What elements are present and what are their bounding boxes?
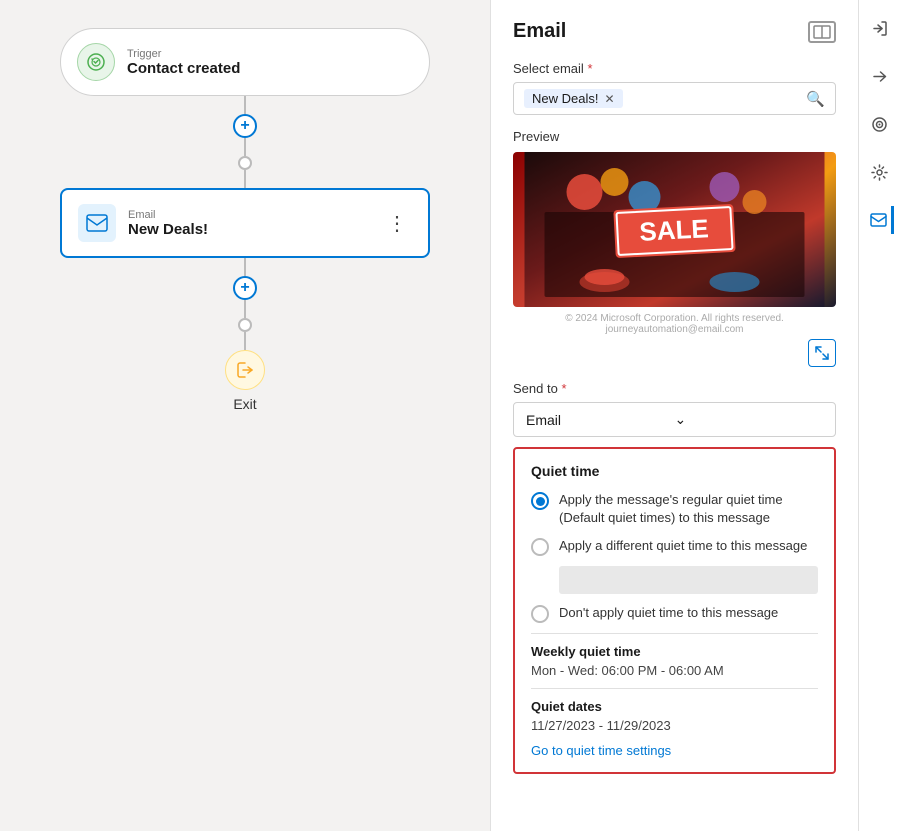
quiet-dates-title: Quiet dates [531, 699, 818, 714]
radio-3[interactable] [531, 605, 549, 623]
chevron-down-icon: ⌄ [675, 411, 824, 428]
arrow-right-icon[interactable] [866, 62, 894, 90]
mail-icon[interactable] [866, 206, 894, 234]
right-panel: Email Select email * New Deals! ✕ 🔍 Prev… [490, 0, 858, 831]
divider-2 [531, 688, 818, 689]
trigger-text: Trigger Contact created [127, 48, 240, 77]
send-to-section: Send to * Email ⌄ [513, 381, 836, 437]
weekly-value: Mon - Wed: 06:00 PM - 06:00 AM [531, 663, 818, 678]
email-node[interactable]: Email New Deals! ⋮ [60, 188, 430, 258]
email-icon [78, 204, 116, 242]
add-step-button-2[interactable]: + [233, 276, 257, 300]
panel-expand-icon[interactable] [808, 21, 836, 43]
add-step-button-1[interactable]: + [233, 114, 257, 138]
weekly-quiet-time-section: Weekly quiet time Mon - Wed: 06:00 PM - … [531, 644, 818, 678]
gear-icon[interactable] [866, 158, 894, 186]
send-to-dropdown[interactable]: Email ⌄ [513, 402, 836, 437]
exit-node: Exit [225, 350, 265, 412]
send-to-value: Email [526, 412, 675, 428]
quiet-time-input-bar [559, 566, 818, 594]
quiet-time-option-1[interactable]: Apply the message's regular quiet time (… [531, 491, 818, 527]
radio-2[interactable] [531, 538, 549, 556]
exit-icon [225, 350, 265, 390]
trigger-label: Trigger [127, 48, 240, 60]
radio-1[interactable] [531, 492, 549, 510]
quiet-dates-section: Quiet dates 11/27/2023 - 11/29/2023 [531, 699, 818, 733]
search-icon[interactable]: 🔍 [806, 90, 825, 108]
email-tag-close[interactable]: ✕ [604, 92, 614, 106]
target-icon[interactable] [866, 110, 894, 138]
panel-header: Email [513, 20, 836, 43]
workflow-canvas: Trigger Contact created + Email New Deal… [0, 0, 490, 831]
preview-expand-button[interactable] [808, 339, 836, 367]
quiet-time-settings-link[interactable]: Go to quiet time settings [531, 743, 818, 758]
select-email-field[interactable]: New Deals! ✕ 🔍 [513, 82, 836, 115]
vline [244, 96, 246, 114]
quiet-time-option-2[interactable]: Apply a different quiet time to this mes… [531, 537, 818, 556]
email-node-label: Email [128, 209, 369, 221]
preview-footer: © 2024 Microsoft Corporation. All rights… [513, 313, 836, 335]
side-navigation [858, 0, 900, 831]
preview-label: Preview [513, 129, 836, 144]
trigger-node[interactable]: Trigger Contact created [60, 28, 430, 96]
vline6 [244, 332, 246, 350]
connector-dot [238, 156, 252, 170]
select-email-label: Select email * [513, 61, 836, 76]
weekly-title: Weekly quiet time [531, 644, 818, 659]
vline5 [244, 300, 246, 318]
svg-text:SALE: SALE [639, 213, 710, 247]
connector-1: + [233, 96, 257, 188]
email-preview-image: SALE [513, 152, 836, 307]
vline4 [244, 258, 246, 276]
email-node-menu[interactable]: ⋮ [381, 207, 414, 240]
quiet-time-title: Quiet time [531, 463, 818, 479]
email-tag[interactable]: New Deals! ✕ [524, 89, 623, 108]
connector-2: + [233, 258, 257, 350]
vline2 [244, 138, 246, 156]
login-icon[interactable] [866, 14, 894, 42]
quiet-dates-value: 11/27/2023 - 11/29/2023 [531, 718, 818, 733]
vline3 [244, 170, 246, 188]
panel-title: Email [513, 20, 566, 43]
trigger-icon [77, 43, 115, 81]
quiet-time-box: Quiet time Apply the message's regular q… [513, 447, 836, 774]
divider [531, 633, 818, 634]
email-node-text: Email New Deals! [128, 209, 369, 238]
connector-dot-2 [238, 318, 252, 332]
quiet-time-option-3-text: Don't apply quiet time to this message [559, 604, 778, 622]
email-node-title: New Deals! [128, 221, 369, 238]
quiet-time-option-1-text: Apply the message's regular quiet time (… [559, 491, 818, 527]
send-to-label: Send to * [513, 381, 836, 396]
trigger-title: Contact created [127, 60, 240, 77]
quiet-time-option-2-text: Apply a different quiet time to this mes… [559, 537, 807, 555]
quiet-time-option-3[interactable]: Don't apply quiet time to this message [531, 604, 818, 623]
exit-label: Exit [233, 396, 256, 412]
